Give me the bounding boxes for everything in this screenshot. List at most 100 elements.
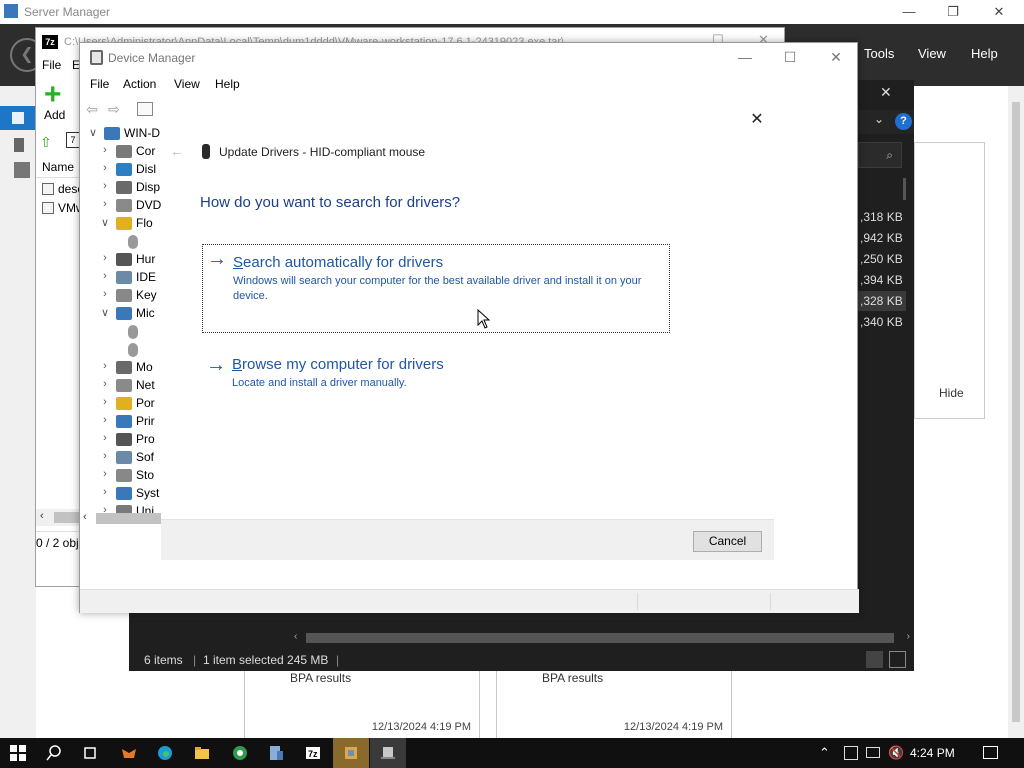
chevron-right-icon[interactable]: ›: [98, 144, 112, 156]
task-view-button[interactable]: [72, 738, 108, 768]
forward-arrow-icon[interactable]: ⇨: [106, 101, 122, 117]
taskbar-app-installer[interactable]: [333, 738, 369, 768]
chevron-down-icon[interactable]: ∨: [98, 306, 112, 319]
minimize-icon[interactable]: —: [730, 49, 760, 65]
arrow-right-icon: →: [207, 248, 227, 270]
scroll-left-icon[interactable]: ‹: [83, 511, 87, 523]
add-icon[interactable]: +: [44, 80, 62, 110]
scroll-right-icon[interactable]: ›: [907, 631, 910, 642]
scroll-thumb[interactable]: [306, 633, 894, 643]
chevron-right-icon[interactable]: ›: [98, 450, 112, 462]
file-size-cell[interactable]: ,318 KB: [858, 207, 906, 227]
minimize-button[interactable]: —: [886, 2, 932, 22]
back-arrow-icon[interactable]: ⇦: [84, 101, 100, 117]
search-button[interactable]: [36, 738, 72, 768]
browse-computer-description: Locate and install a driver manually.: [232, 377, 407, 389]
taskbar-app-device-manager[interactable]: [370, 738, 406, 768]
up-folder-icon[interactable]: ⇧: [40, 134, 52, 151]
menu-view[interactable]: View: [918, 46, 946, 61]
action-center-tray-icon[interactable]: [844, 746, 858, 760]
browse-computer-option[interactable]: → Browse my computer for drivers Locate …: [202, 349, 670, 399]
menu-help[interactable]: Help: [215, 77, 240, 91]
chevron-up-icon[interactable]: ⌃: [819, 745, 830, 761]
chevron-right-icon[interactable]: ›: [98, 378, 112, 390]
file-size-cell-selected[interactable]: ,328 KB: [858, 291, 906, 311]
bpa-results-label[interactable]: BPA results: [290, 671, 351, 685]
volume-muted-icon[interactable]: 🔇: [888, 745, 904, 761]
scrollbar-thumb[interactable]: [1012, 102, 1020, 722]
menu-tools[interactable]: Tools: [864, 46, 894, 61]
close-icon[interactable]: ✕: [748, 111, 766, 129]
taskbar-app-explorer[interactable]: [184, 738, 220, 768]
chevron-right-icon[interactable]: ›: [98, 162, 112, 174]
all-servers-icon[interactable]: [14, 162, 30, 178]
chevron-right-icon[interactable]: ›: [98, 288, 112, 300]
menu-view[interactable]: View: [174, 77, 200, 91]
chevron-right-icon[interactable]: ›: [98, 414, 112, 426]
menu-action[interactable]: Action: [123, 77, 156, 91]
bpa-tile[interactable]: BPA results 12/13/2024 4:19 PM: [244, 668, 480, 740]
menu-file[interactable]: File: [42, 58, 61, 72]
close-icon[interactable]: ✕: [880, 84, 892, 101]
server-manager-scrollbar[interactable]: [1008, 86, 1024, 738]
chevron-down-icon[interactable]: ∨: [98, 216, 112, 229]
taskbar-app-globe[interactable]: [222, 738, 258, 768]
chevron-right-icon[interactable]: ›: [98, 252, 112, 264]
browse-computer-link[interactable]: Browse my computer for drivers: [232, 356, 444, 373]
sevenzip-hscrollbar[interactable]: ‹: [36, 509, 80, 526]
search-automatically-option[interactable]: → Search automatically for drivers Windo…: [202, 244, 670, 333]
chevron-down-icon[interactable]: ⌄: [874, 112, 884, 126]
taskbar-clock[interactable]: 4:24 PM: [910, 746, 955, 760]
maximize-icon[interactable]: ☐: [775, 49, 805, 66]
chevron-right-icon[interactable]: ›: [98, 468, 112, 480]
chevron-right-icon[interactable]: ›: [98, 270, 112, 282]
file-size-cell[interactable]: ,394 KB: [858, 270, 906, 290]
chevron-down-icon[interactable]: ∨: [86, 126, 100, 139]
dashboard-nav-item[interactable]: [0, 106, 36, 130]
chevron-right-icon[interactable]: ›: [98, 432, 112, 444]
close-button[interactable]: ✕: [976, 2, 1022, 22]
menu-help[interactable]: Help: [971, 46, 998, 61]
taskbar-app-edge[interactable]: [147, 738, 183, 768]
back-arrow-icon[interactable]: ←: [170, 143, 184, 159]
file-size-cell[interactable]: ,942 KB: [858, 228, 906, 248]
close-icon[interactable]: ✕: [821, 49, 851, 66]
properties-icon[interactable]: [137, 102, 153, 116]
chevron-right-icon[interactable]: ›: [98, 180, 112, 192]
notifications-icon[interactable]: [983, 746, 998, 759]
details-view-icon[interactable]: [866, 651, 883, 668]
cancel-button[interactable]: Cancel: [693, 531, 762, 552]
bpa-tile[interactable]: BPA results 12/13/2024 4:19 PM: [496, 668, 732, 740]
taskbar-app-server-manager[interactable]: [258, 738, 294, 768]
file-size-cell[interactable]: ,340 KB: [858, 312, 906, 332]
add-button[interactable]: Add: [44, 108, 65, 122]
file-size-cell[interactable]: ,250 KB: [858, 249, 906, 269]
tiles-view-icon[interactable]: [889, 651, 906, 668]
help-icon[interactable]: ?: [895, 113, 912, 130]
scroll-left-icon[interactable]: ‹: [40, 510, 44, 522]
chevron-right-icon[interactable]: ›: [98, 360, 112, 372]
hide-link[interactable]: Hide: [939, 386, 964, 400]
tree-item-label: Por: [136, 396, 155, 410]
explorer-scroll-thumb[interactable]: [903, 178, 906, 200]
restore-button[interactable]: ❐: [930, 2, 976, 22]
column-name-header[interactable]: Name: [36, 156, 80, 178]
start-button[interactable]: [0, 738, 36, 768]
taskbar-app-7zip[interactable]: 7z: [295, 738, 331, 768]
device-tree-hscrollbar[interactable]: ‹: [80, 510, 162, 527]
taskbar-app-fox[interactable]: [111, 738, 147, 768]
bpa-results-label[interactable]: BPA results: [542, 671, 603, 685]
network-icon[interactable]: [866, 747, 880, 758]
search-box[interactable]: ⌕: [858, 142, 902, 168]
menu-file[interactable]: File: [90, 77, 109, 91]
list-item[interactable]: desc: [42, 182, 83, 196]
search-automatically-link[interactable]: Search automatically for drivers: [233, 254, 443, 271]
scroll-thumb[interactable]: [96, 513, 162, 524]
chevron-right-icon[interactable]: ›: [98, 486, 112, 498]
scroll-thumb[interactable]: [54, 512, 80, 523]
local-server-icon[interactable]: [14, 138, 24, 152]
explorer-hscrollbar[interactable]: ‹ ›: [290, 630, 914, 646]
scroll-left-icon[interactable]: ‹: [294, 631, 297, 642]
chevron-right-icon[interactable]: ›: [98, 198, 112, 210]
chevron-right-icon[interactable]: ›: [98, 396, 112, 408]
